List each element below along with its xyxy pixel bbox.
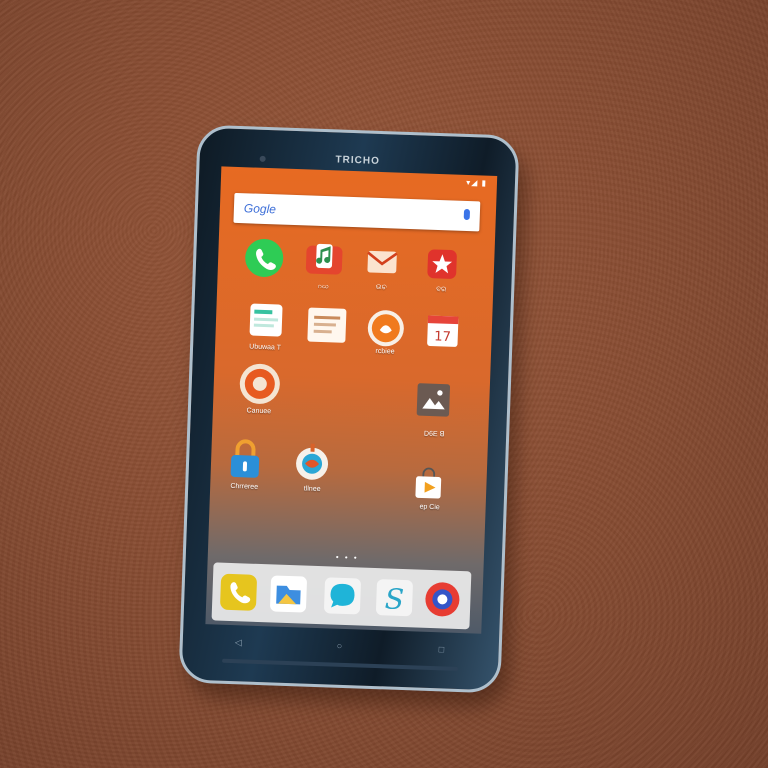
home-screen[interactable]: ▾◢ ▮ Gogle ဂဃ ଉଚ ବର Ubuwaa T rcbiee 17 C… bbox=[205, 166, 498, 634]
phone-body: TRICHO ▾◢ ▮ Gogle ဂဃ ଉଚ ବର Ubuwaa T rcbi… bbox=[178, 124, 520, 694]
smartphone: TRICHO ▾◢ ▮ Gogle ဂဃ ଉଚ ବର Ubuwaa T rcbi… bbox=[178, 124, 528, 708]
music-app-label: ဂဃ bbox=[317, 282, 329, 291]
orange-app-label: rcbiee bbox=[375, 347, 395, 356]
dock-s-icon[interactable]: S bbox=[374, 577, 415, 618]
ring-app-icon[interactable] bbox=[237, 361, 283, 407]
lock-app-label: Chrreree bbox=[230, 482, 259, 491]
globe-app-label: tllnee bbox=[303, 485, 321, 494]
photo-app-label: D6E ꓭ bbox=[423, 430, 445, 439]
svg-text:17: 17 bbox=[434, 329, 451, 345]
red-app-label: ବର bbox=[436, 285, 447, 294]
bag-app-label: ep Cie bbox=[419, 503, 440, 512]
notes-app-icon[interactable] bbox=[245, 299, 286, 340]
home-icon[interactable]: ○ bbox=[337, 641, 343, 651]
dock-chat-bubble-icon[interactable] bbox=[322, 575, 363, 616]
mail-app-icon[interactable] bbox=[364, 243, 401, 280]
dock-phone-icon[interactable] bbox=[218, 572, 259, 613]
search-logo: Gogle bbox=[243, 201, 277, 217]
svg-text:S: S bbox=[384, 582, 404, 616]
orange-app-icon[interactable] bbox=[365, 308, 406, 349]
search-bar[interactable]: Gogle bbox=[233, 192, 481, 232]
page-indicator: • • • bbox=[335, 552, 359, 563]
lock-app-icon[interactable] bbox=[224, 437, 266, 482]
red-app-icon[interactable] bbox=[423, 246, 460, 283]
doc-app-icon[interactable] bbox=[305, 305, 348, 344]
back-icon[interactable]: ◁ bbox=[235, 637, 242, 648]
mail-app-label: ଉଚ bbox=[375, 283, 387, 292]
recent-apps-icon[interactable]: □ bbox=[438, 644, 444, 654]
mic-icon[interactable] bbox=[463, 208, 471, 221]
ring-app-label: Canuee bbox=[246, 407, 272, 416]
dock-browser-icon[interactable] bbox=[422, 579, 463, 620]
dock-folder-icon[interactable] bbox=[268, 573, 309, 614]
phone-app-icon[interactable] bbox=[244, 237, 285, 278]
status-bar: ▾◢ ▮ bbox=[466, 177, 488, 188]
music-app-icon[interactable] bbox=[303, 239, 344, 280]
notes-app-label: Ubuwaa T bbox=[249, 343, 282, 352]
photo-app-icon[interactable] bbox=[415, 381, 452, 418]
globe-app-icon[interactable] bbox=[290, 439, 334, 484]
bag-app-icon[interactable] bbox=[410, 465, 447, 502]
calendar-app-icon[interactable]: 17 bbox=[423, 312, 462, 351]
dock: S bbox=[211, 562, 472, 630]
